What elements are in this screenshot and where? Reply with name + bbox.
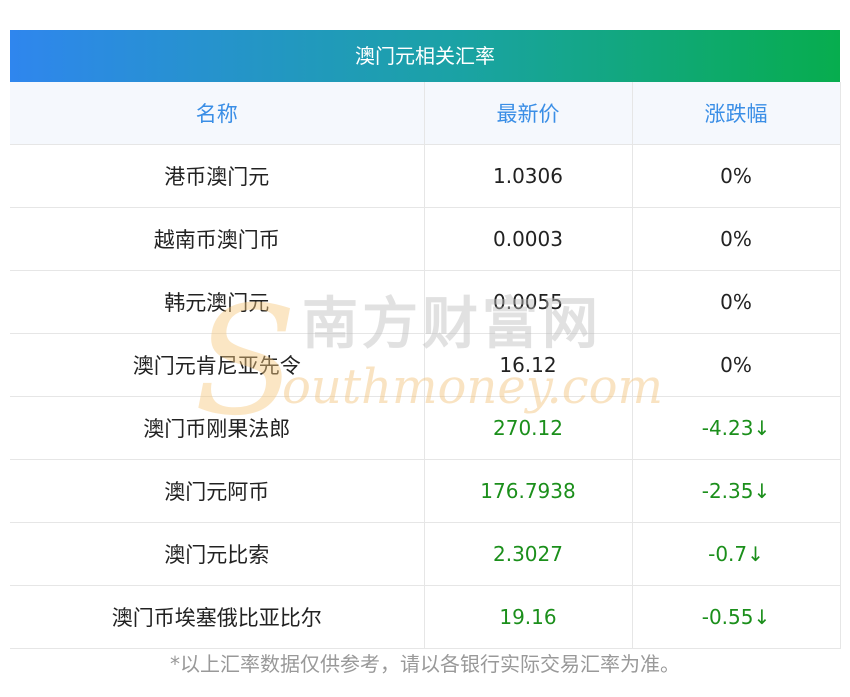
table-row: 澳门币刚果法郎 270.12 -4.23↓ [10,396,841,460]
change-percent: -0.55↓ [632,585,841,649]
table-row: 澳门元阿币 176.7938 -2.35↓ [10,459,841,523]
table-row: 越南币澳门币 0.0003 0% [10,207,841,271]
table-row: 韩元澳门元 0.0055 0% [10,270,841,334]
currency-pair-name: 港币澳门元 [10,144,425,208]
currency-pair-name: 澳门元阿币 [10,459,425,523]
latest-price: 19.16 [424,585,633,649]
change-percent: 0% [632,333,841,397]
table-row: 港币澳门元 1.0306 0% [10,144,841,208]
column-header-price: 最新价 [424,82,633,145]
disclaimer-footnote: *以上汇率数据仅供参考，请以各银行实际交易汇率为准。 [170,652,680,676]
latest-price: 176.7938 [424,459,633,523]
currency-pair-name: 韩元澳门元 [10,270,425,334]
latest-price: 16.12 [424,333,633,397]
change-percent: 0% [632,207,841,271]
table-title: 澳门元相关汇率 [10,30,840,82]
table-row: 澳门元肯尼亚先令 16.12 0% [10,333,841,397]
latest-price: 0.0055 [424,270,633,334]
change-percent: -4.23↓ [632,396,841,460]
currency-pair-name: 澳门币埃塞俄比亚比尔 [10,585,425,649]
rates-table: 名称 最新价 涨跌幅 港币澳门元 1.0306 0% 越南币澳门币 0.0003… [10,82,841,649]
change-percent: -0.7↓ [632,522,841,586]
table-row: 澳门币埃塞俄比亚比尔 19.16 -0.55↓ [10,585,841,649]
header-row: 名称 最新价 涨跌幅 [10,82,841,145]
currency-pair-name: 越南币澳门币 [10,207,425,271]
latest-price: 0.0003 [424,207,633,271]
change-percent: 0% [632,270,841,334]
change-percent: 0% [632,144,841,208]
latest-price: 270.12 [424,396,633,460]
column-header-change: 涨跌幅 [632,82,841,145]
change-percent: -2.35↓ [632,459,841,523]
table-row: 澳门元比索 2.3027 -0.7↓ [10,522,841,586]
column-header-name: 名称 [10,82,425,145]
currency-pair-name: 澳门元比索 [10,522,425,586]
currency-pair-name: 澳门元肯尼亚先令 [10,333,425,397]
latest-price: 1.0306 [424,144,633,208]
exchange-rate-card: 澳门元相关汇率 名称 最新价 涨跌幅 港币澳门元 1.0306 0% 越南币澳门… [10,30,841,649]
currency-pair-name: 澳门币刚果法郎 [10,396,425,460]
latest-price: 2.3027 [424,522,633,586]
